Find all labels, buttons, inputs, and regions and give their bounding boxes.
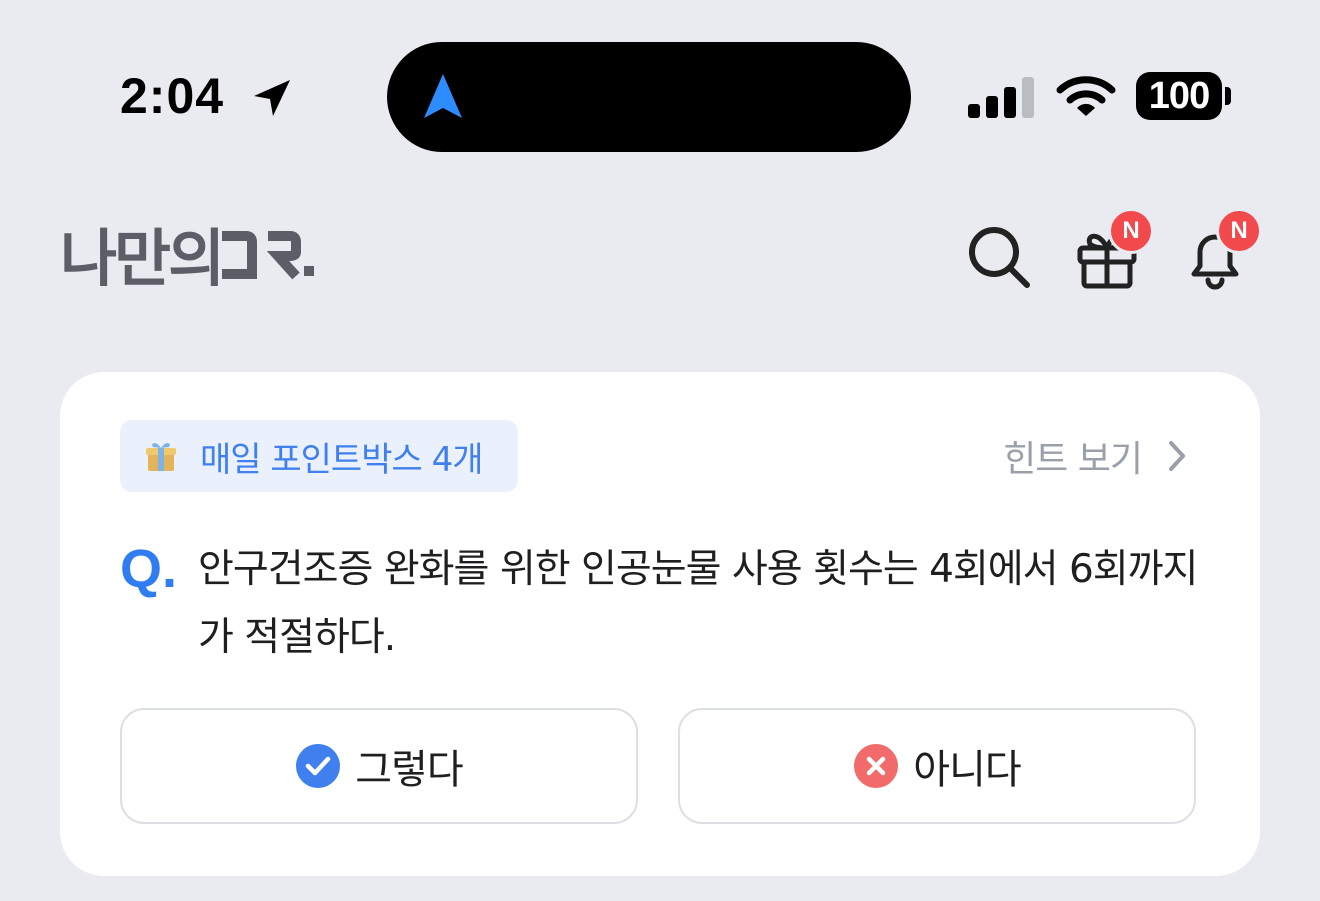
battery-indicator: 100 <box>1136 72 1232 122</box>
pointbox-chip: 매일 포인트박스 4개 <box>120 420 518 492</box>
wifi-icon <box>1056 76 1116 116</box>
chevron-right-icon <box>1169 441 1185 471</box>
answer-yes-button[interactable]: 그렇다 <box>120 708 638 824</box>
quiz-card: 매일 포인트박스 4개 힌트 보기 Q. 안구건조증 완화를 위한 인공눈물 사… <box>60 372 1260 876</box>
navigation-arrow-icon <box>424 74 462 118</box>
gift-badge: N <box>1108 208 1154 254</box>
status-time: 2:04 <box>120 68 225 124</box>
answer-yes-label: 그렇다 <box>355 747 463 793</box>
dynamic-island <box>387 42 911 152</box>
app-logo: 나만의 <box>60 225 314 286</box>
question-text: 안구건조증 완화를 위한 인공눈물 사용 횟수는 4회에서 6회까지가 적절하다… <box>198 547 1198 660</box>
battery-cap <box>1225 87 1231 105</box>
question-mark-label: Q. <box>120 539 178 599</box>
battery-level: 100 <box>1136 72 1222 120</box>
location-arrow-icon <box>254 80 290 116</box>
cellular-signal-icon <box>968 77 1034 118</box>
hint-label: 힌트 보기 <box>1003 439 1143 480</box>
pointbox-label: 매일 포인트박스 4개 <box>200 439 483 480</box>
x-circle-icon <box>854 744 899 788</box>
gift-emoji-icon <box>146 442 176 471</box>
svg-text:나만의: 나만의 <box>60 225 222 286</box>
check-circle-icon <box>296 744 341 788</box>
bell-badge: N <box>1216 208 1262 254</box>
answer-no-button[interactable]: 아니다 <box>678 708 1196 824</box>
hint-link[interactable]: 힌트 보기 <box>1003 430 1190 482</box>
answer-no-label: 아니다 <box>913 747 1021 793</box>
search-icon[interactable] <box>964 222 1034 292</box>
